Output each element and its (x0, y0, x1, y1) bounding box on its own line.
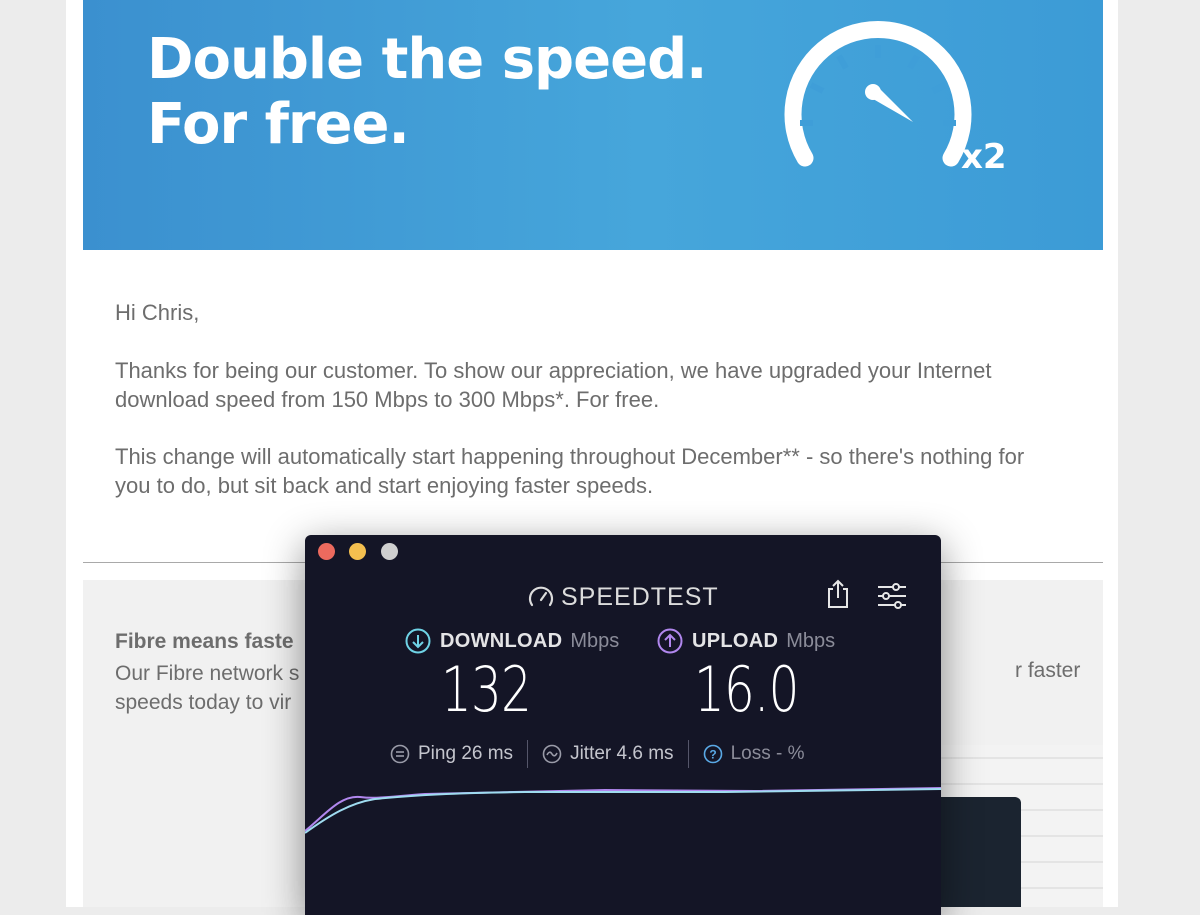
upload-value: 16.0 (694, 653, 799, 726)
window-minimize-button[interactable] (349, 543, 366, 560)
schedule-paragraph: This change will automatically start hap… (115, 444, 1025, 498)
svg-text:?: ? (709, 748, 716, 762)
settings-sliders-icon[interactable] (877, 583, 907, 609)
share-icon[interactable] (825, 579, 851, 609)
download-arrow-icon (405, 628, 431, 654)
speed-graph (305, 787, 941, 834)
hero-banner: Double the speed. For free. x2 (83, 0, 1103, 250)
ping-label: Ping (418, 743, 457, 764)
upload-arrow-icon (657, 628, 683, 654)
hero-headline: Double the speed. (147, 27, 707, 92)
upload-label: UPLOAD (692, 629, 779, 652)
hero-subheadline: For free. (147, 92, 410, 157)
jitter-stat: Jitter 4.6 ms (542, 743, 674, 765)
upload-unit: Mbps (786, 629, 836, 652)
jitter-label: Jitter (570, 743, 612, 764)
fibre-text-continued: r faster (1015, 659, 1081, 682)
ping-stat: Ping 26 ms (390, 743, 513, 765)
window-zoom-button[interactable] (381, 543, 398, 560)
stat-divider (687, 740, 689, 768)
speedtest-brand: SPEEDTEST (561, 582, 719, 611)
upload-header: UPLOAD Mbps (657, 627, 835, 655)
jitter-icon (542, 744, 562, 764)
multiplier-label: x2 (961, 137, 1007, 177)
jitter-value: 4.6 (616, 743, 643, 764)
download-label: DOWNLOAD (440, 629, 563, 652)
loss-value: - (775, 743, 783, 764)
loss-stat: ? Loss - % (703, 743, 805, 765)
jitter-unit: ms (648, 743, 674, 764)
loss-unit: % (787, 743, 805, 764)
upgrade-paragraph: Thanks for being our customer. To show o… (115, 358, 992, 412)
download-unit: Mbps (570, 629, 620, 652)
loss-label: Loss (730, 743, 771, 764)
download-header: DOWNLOAD Mbps (405, 627, 619, 655)
ping-value: 26 (461, 743, 483, 764)
fibre-heading: Fibre means faste (115, 630, 294, 653)
gauge-icon (528, 586, 554, 607)
speedtest-window: SPEEDTEST DOWNLOAD Mbps UPLOAD Mbps 132 (305, 535, 941, 915)
help-icon[interactable]: ? (703, 744, 723, 764)
latency-stats: Ping 26 ms Jitter 4.6 ms ? Loss - % (390, 739, 805, 769)
download-value: 132 (441, 653, 532, 726)
upload-curve (305, 787, 941, 832)
ping-unit: ms (487, 743, 514, 764)
speedtest-logo: SPEEDTEST (527, 582, 719, 612)
greeting: Hi Chris, (115, 300, 200, 325)
fibre-text: Our Fibre network s speeds today to vir (115, 659, 299, 717)
window-close-button[interactable] (318, 543, 335, 560)
ping-icon (390, 744, 410, 764)
stat-divider (527, 740, 529, 768)
fibre-text-line: speeds today to vir (115, 691, 292, 714)
fibre-text-line: Our Fibre network s (115, 662, 300, 685)
